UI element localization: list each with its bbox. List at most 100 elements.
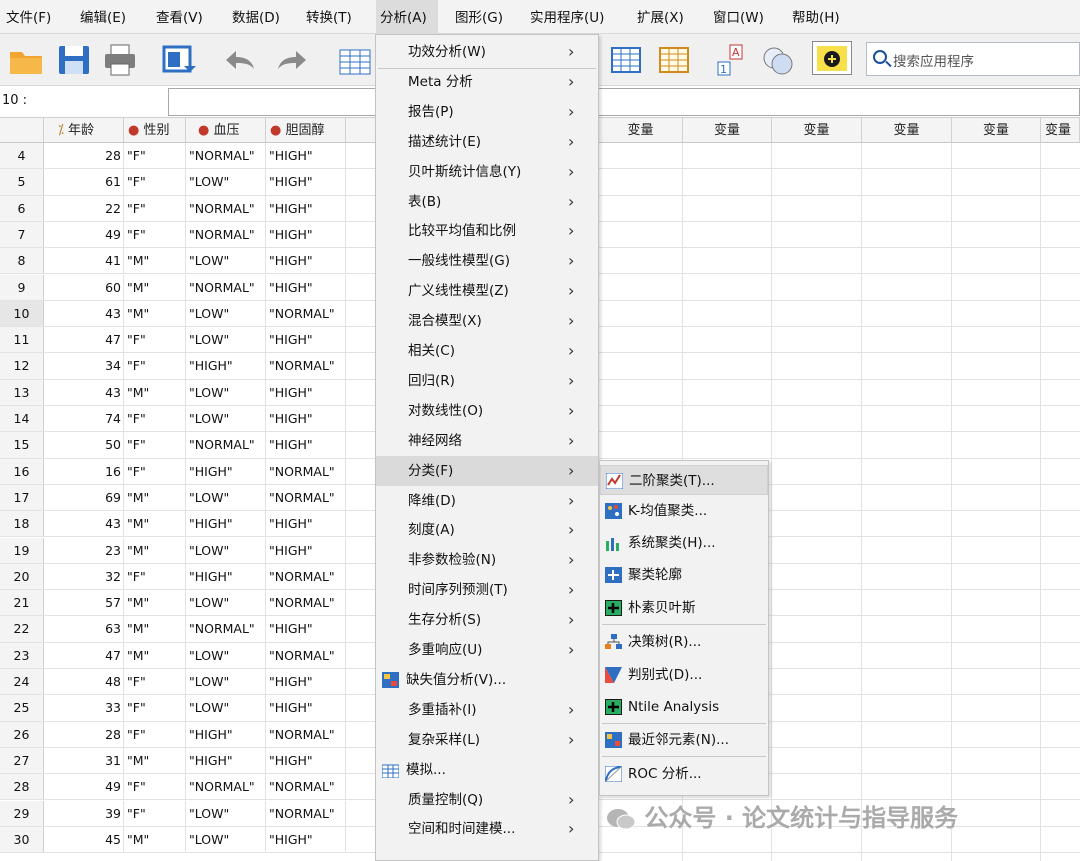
column-header-sex[interactable]: ● 性别 [124,118,186,143]
analyze-menu-item[interactable]: 相关(C) › [376,336,598,366]
cell-blood-pressure[interactable]: "LOW" [186,590,266,616]
cell-empty[interactable] [346,406,376,432]
cell-cholesterol[interactable]: "NORMAL" [266,563,346,590]
cell-blood-pressure[interactable]: "HIGH" [186,747,266,774]
analyze-menu-item[interactable]: 非参数检验(N) › [376,545,598,575]
cell-age[interactable]: 69 [44,484,124,511]
cell-sex[interactable]: "F" [124,669,186,695]
row-number[interactable]: 7 [0,221,44,248]
menu-analyze[interactable]: 分析(A) [376,0,438,34]
cell-cholesterol[interactable]: "NORMAL" [266,353,346,379]
cell-cholesterol[interactable]: "HIGH" [266,826,346,853]
cell-sex[interactable]: "M" [124,590,186,616]
analyze-menu-item[interactable]: Meta 分析 › [376,67,598,97]
cell-blood-pressure[interactable]: "LOW" [186,669,266,695]
row-number[interactable]: 14 [0,406,44,432]
redo-icon[interactable] [276,42,312,78]
cell-sex[interactable]: "F" [124,195,186,221]
cell-blood-pressure[interactable]: "LOW" [186,826,266,853]
cell-blood-pressure[interactable]: "HIGH" [186,563,266,590]
cell-cholesterol[interactable]: "NORMAL" [266,642,346,668]
cell-empty[interactable] [346,721,376,747]
column-header-var[interactable]: 变量 [599,118,683,143]
cell-cholesterol[interactable]: "HIGH" [266,511,346,537]
cell-cholesterol[interactable]: "NORMAL" [266,484,346,511]
row-number[interactable]: 12 [0,353,44,379]
cell-empty[interactable] [346,826,376,853]
row-number[interactable]: 15 [0,432,44,458]
cell-age[interactable]: 22 [44,195,124,221]
cell-cholesterol[interactable]: "HIGH" [266,616,346,642]
cell-empty[interactable] [346,458,376,484]
cell-cholesterol[interactable]: "NORMAL" [266,800,346,826]
row-number[interactable]: 28 [0,774,44,800]
menu-transform[interactable]: 转换(T) [306,0,352,34]
row-number[interactable]: 10 [0,300,44,327]
cell-age[interactable]: 74 [44,406,124,432]
row-number[interactable]: 13 [0,379,44,405]
row-number[interactable]: 6 [0,195,44,221]
variable-sets-icon[interactable] [760,42,796,78]
cell-sex[interactable]: "F" [124,169,186,195]
cell-cholesterol[interactable]: "HIGH" [266,537,346,563]
corner-cell[interactable] [0,118,44,143]
cell-sex[interactable]: "M" [124,616,186,642]
cell-age[interactable]: 33 [44,695,124,721]
cell-empty[interactable] [346,747,376,774]
cell-cholesterol[interactable]: "HIGH" [266,248,346,274]
cell-sex[interactable]: "F" [124,432,186,458]
cell-empty[interactable] [346,300,376,327]
analyze-menu-item[interactable]: 功效分析(W) › [376,37,598,67]
cell-sex[interactable]: "M" [124,826,186,853]
cell-blood-pressure[interactable]: "NORMAL" [186,774,266,800]
cell-sex[interactable]: "F" [124,327,186,353]
cell-age[interactable]: 50 [44,432,124,458]
cell-empty[interactable] [346,195,376,221]
cell-sex[interactable]: "M" [124,642,186,668]
weight-cases-icon[interactable] [656,42,692,78]
cell-cholesterol[interactable]: "HIGH" [266,143,346,169]
analyze-menu-item[interactable]: 广义线性模型(Z) › [376,276,598,306]
cell-sex[interactable]: "M" [124,511,186,537]
print-icon[interactable] [102,42,138,78]
cell-empty[interactable] [346,695,376,721]
analyze-menu-item[interactable]: 降维(D) › [376,486,598,516]
cell-cholesterol[interactable]: "HIGH" [266,747,346,774]
analyze-menu-item[interactable]: 缺失值分析(V)... [376,665,598,695]
cell-blood-pressure[interactable]: "NORMAL" [186,143,266,169]
analyze-menu-item[interactable]: 混合模型(X) › [376,306,598,336]
row-number[interactable]: 24 [0,669,44,695]
save-icon[interactable] [56,42,92,78]
cell-empty[interactable] [346,484,376,511]
menu-view[interactable]: 查看(V) [156,0,203,34]
cell-cholesterol[interactable]: "HIGH" [266,327,346,353]
classify-menu-item[interactable]: Ntile Analysis [600,692,768,722]
menu-extensions[interactable]: 扩展(X) [637,0,684,34]
cell-sex[interactable]: "M" [124,248,186,274]
cell-cholesterol[interactable]: "NORMAL" [266,300,346,327]
cell-age[interactable]: 43 [44,300,124,327]
cell-age[interactable]: 47 [44,327,124,353]
column-header-var[interactable]: 变量 [772,118,862,143]
row-number[interactable]: 4 [0,143,44,169]
cell-age[interactable]: 45 [44,826,124,853]
cell-blood-pressure[interactable]: "NORMAL" [186,274,266,300]
cell-blood-pressure[interactable]: "HIGH" [186,353,266,379]
cell-sex[interactable]: "F" [124,721,186,747]
row-number[interactable]: 27 [0,747,44,774]
value-labels-icon[interactable]: A1 [714,42,750,78]
split-file-icon[interactable] [608,42,644,78]
cell-age[interactable]: 43 [44,511,124,537]
cell-sex[interactable]: "M" [124,484,186,511]
cell-sex[interactable]: "M" [124,300,186,327]
cell-blood-pressure[interactable]: "NORMAL" [186,221,266,248]
cell-blood-pressure[interactable]: "NORMAL" [186,616,266,642]
cell-cholesterol[interactable]: "HIGH" [266,379,346,405]
cell-empty[interactable] [346,432,376,458]
undo-icon[interactable] [220,42,256,78]
row-number[interactable]: 17 [0,484,44,511]
cell-blood-pressure[interactable]: "LOW" [186,406,266,432]
row-number[interactable]: 16 [0,458,44,484]
row-number[interactable]: 11 [0,327,44,353]
cell-age[interactable]: 57 [44,590,124,616]
